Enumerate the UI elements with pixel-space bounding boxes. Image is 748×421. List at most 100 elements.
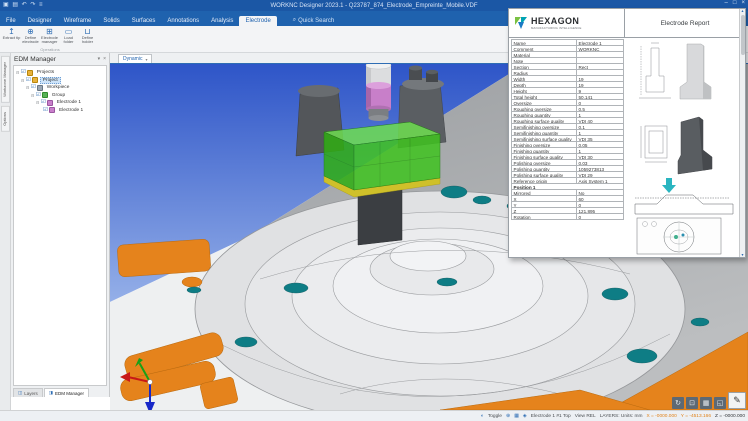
tree-item-label: Electrode 1 xyxy=(57,108,85,113)
tree-item-projects[interactable]: ⊟ ☑ Projects xyxy=(14,69,106,77)
define-electrode-button[interactable]: ⊕ Define electrode xyxy=(21,26,40,45)
dynamic-tab-label: Dynamic xyxy=(123,56,142,62)
window-title: WORKNC Designer 2023.1 - Q23787_874_Elec… xyxy=(270,3,477,9)
checkbox-icon[interactable]: ☑ xyxy=(26,78,31,83)
layers-info: LAYERS: Units: mm xyxy=(600,414,643,419)
tree-item-label: Electrode 1 xyxy=(55,100,83,105)
layers-tab-label: Layers xyxy=(24,391,38,396)
report-title: Electrode Report xyxy=(625,9,745,37)
report-drawings xyxy=(629,38,745,257)
folder-icon xyxy=(27,70,33,76)
panel-close-icon[interactable]: × xyxy=(103,56,106,62)
checkbox-icon[interactable]: ☑ xyxy=(31,85,36,90)
electrode-3d-view-dark xyxy=(678,117,712,174)
tab-analysis[interactable]: Analysis xyxy=(205,16,239,26)
tab-solids[interactable]: Solids xyxy=(97,16,125,26)
green-holder-block[interactable] xyxy=(324,122,440,190)
section-view-icon[interactable]: ◱ xyxy=(714,397,726,409)
workzone-manager-vtab[interactable]: Workzone Manager xyxy=(1,56,10,103)
define-holder-button[interactable]: ⊔ Define holder xyxy=(78,26,97,45)
electrode-front-view-drawing xyxy=(639,43,671,98)
workpiece-plan-drawing xyxy=(637,218,721,254)
expander-icon[interactable]: ⊟ xyxy=(21,78,24,83)
options-vtab[interactable]: Options xyxy=(1,106,10,132)
status-bar: ◐ Toggle ⊕ ▦ ◈ Electrode 1 #1 Top View R… xyxy=(0,410,748,421)
tab-surfaces[interactable]: Surfaces xyxy=(126,16,162,26)
report-scrollbar[interactable]: ▲ ▼ xyxy=(739,9,745,257)
close-icon[interactable]: × xyxy=(741,0,745,6)
brand-name: HEXAGON xyxy=(531,17,582,26)
define-electrode-label: Define electrode xyxy=(21,36,40,45)
checkbox-icon[interactable]: ☑ xyxy=(43,108,48,113)
grid-view-icon[interactable]: ▦ xyxy=(700,397,712,409)
coord-x: X = -0000.000 xyxy=(647,414,677,419)
checkbox-icon[interactable]: ☑ xyxy=(36,93,41,98)
tree-item-electrode-1-child[interactable]: ☑ Electrode 1 xyxy=(14,107,106,115)
dynamic-view-tab[interactable]: Dynamic ▾ xyxy=(118,54,152,63)
electrode-manager-button[interactable]: ⊞ Electrode manager xyxy=(40,26,59,45)
folder-icon xyxy=(32,77,38,83)
electrode-top-view-drawing xyxy=(641,126,667,162)
edm-tree: ⊟ ☑ Projects ⊟ ☑ Project ⊟ ☑ Workpiece ⊟… xyxy=(13,65,107,386)
expander-icon[interactable]: ⊟ xyxy=(16,70,19,75)
load-folder-label: Load folder xyxy=(59,36,78,45)
zoom-status-icon[interactable]: ⊕ xyxy=(506,413,510,419)
tree-item-workpiece[interactable]: ⊟ ☑ Workpiece xyxy=(14,84,106,92)
view-info: Electrode 1 #1 Top xyxy=(531,414,571,419)
coord-z: Z = -0000.000 xyxy=(715,414,745,419)
tab-electrode[interactable]: Electrode xyxy=(239,16,276,26)
electrode-3d-view-light xyxy=(680,44,711,99)
toggle-label[interactable]: Toggle xyxy=(488,414,502,419)
tab-annotations[interactable]: Annotations xyxy=(161,16,205,26)
minimize-icon[interactable]: – xyxy=(725,0,728,6)
electrode-icon xyxy=(49,107,55,113)
layers-tab[interactable]: ◫ Layers xyxy=(13,388,43,397)
workpiece-icon xyxy=(37,85,43,91)
chevron-down-icon: ▾ xyxy=(145,57,147,62)
brand-subtitle: MANUFACTURING INTELLIGENCE xyxy=(531,26,582,30)
electrode-report-panel: HEXAGON MANUFACTURING INTELLIGENCE Elect… xyxy=(508,8,746,258)
tab-wireframe[interactable]: Wireframe xyxy=(58,16,98,26)
edm-panel-title: EDM Manager xyxy=(14,56,56,63)
load-folder-button[interactable]: ▭ Load folder xyxy=(59,26,78,45)
group-icon xyxy=(42,92,48,98)
checkbox-icon[interactable]: ☑ xyxy=(41,100,46,105)
checkbox-icon[interactable]: ☑ xyxy=(21,70,26,75)
pin-icon[interactable]: ▾ xyxy=(98,56,101,62)
edm-tab-label: EDM Manager xyxy=(55,391,84,396)
grid-status-icon[interactable]: ▦ xyxy=(514,413,519,419)
electrode-column[interactable] xyxy=(358,190,402,245)
tab-file[interactable]: File xyxy=(0,16,22,26)
quick-access-toolbar-icons[interactable]: ▣ ▤ ↶ ↷ ≡ xyxy=(3,1,44,8)
hexagon-logo-icon xyxy=(514,16,528,30)
toggle-icon[interactable]: ◐ xyxy=(481,413,484,419)
refresh-view-icon[interactable]: ↻ xyxy=(672,397,684,409)
tree-item-label: Group xyxy=(50,93,67,98)
expander-icon[interactable]: ⊟ xyxy=(26,85,29,90)
extract-tip-label: Extract tip xyxy=(2,36,21,40)
tree-item-group[interactable]: ⊟ ☑ Group xyxy=(14,92,106,100)
extract-tip-button[interactable]: ↥ Extract tip xyxy=(2,26,21,45)
report-row: Rotation0 xyxy=(511,213,629,220)
electrode-status-icon: ◈ xyxy=(523,413,527,419)
tree-item-electrode-1[interactable]: ⊟ ☑ Electrode 1 xyxy=(14,99,106,107)
scroll-up-icon[interactable]: ▲ xyxy=(741,9,744,13)
brand-cell: HEXAGON MANUFACTURING INTELLIGENCE xyxy=(509,9,625,37)
scrollbar-thumb[interactable] xyxy=(741,15,745,55)
annotate-icon[interactable]: ✎ xyxy=(728,392,746,409)
quick-search[interactable]: ⌕ Quick Search xyxy=(287,15,340,26)
tab-designer[interactable]: Designer xyxy=(22,16,58,26)
maximize-icon[interactable]: □ xyxy=(733,0,737,6)
coord-y: Y = -4513.166 xyxy=(681,414,711,419)
tree-item-project[interactable]: ⊟ ☑ Project xyxy=(14,77,106,85)
quick-search-label: Quick Search xyxy=(298,18,334,24)
down-arrow-icon xyxy=(662,178,676,193)
tree-item-label: Workpiece xyxy=(45,85,72,90)
electrode-manager-label: Electrode manager xyxy=(40,36,59,45)
edm-manager-tab[interactable]: ◨ EDM Manager xyxy=(44,388,89,397)
fit-view-icon[interactable]: ⊡ xyxy=(686,397,698,409)
expander-icon[interactable]: ⊟ xyxy=(31,93,34,98)
electrode-icon xyxy=(47,100,53,106)
expander-icon[interactable]: ⊟ xyxy=(36,100,39,105)
scroll-down-icon[interactable]: ▼ xyxy=(741,253,744,257)
